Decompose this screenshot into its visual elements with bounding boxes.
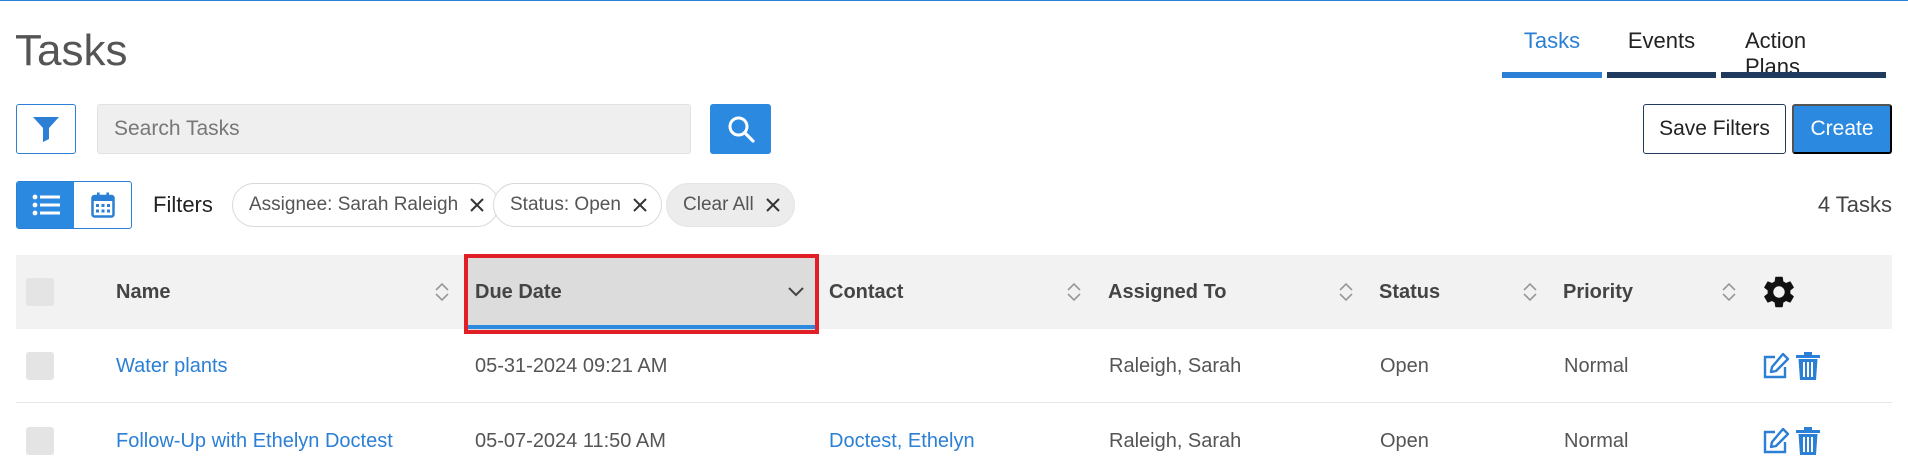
sort-icon[interactable] (1721, 255, 1737, 329)
trash-icon[interactable] (1795, 426, 1821, 456)
clear-all-label: Clear All (683, 194, 754, 215)
column-header-status[interactable]: Status (1379, 255, 1440, 329)
view-tabs: Tasks Events Action Plans (1497, 22, 1886, 79)
funnel-icon (33, 117, 59, 142)
table-row[interactable]: Water plants 05-31-2024 09:21 AM Raleigh… (16, 329, 1892, 403)
column-header-name[interactable]: Name (116, 255, 170, 329)
clear-all-chip[interactable]: Clear All (666, 183, 795, 227)
view-toggle (16, 181, 132, 229)
list-icon (32, 194, 60, 216)
tab-indicator (1607, 72, 1716, 78)
due-date-cell: 05-31-2024 09:21 AM (475, 354, 668, 377)
task-count: 4 Tasks (1817, 192, 1892, 217)
row-actions (1761, 329, 1821, 403)
highlight-box (464, 254, 819, 334)
tab-indicator (1502, 72, 1602, 78)
edit-icon[interactable] (1761, 351, 1791, 381)
top-border (0, 0, 1908, 1)
tab-events-label: Events (1627, 28, 1696, 53)
remove-filter-icon[interactable] (470, 198, 484, 212)
calendar-view-button[interactable] (74, 182, 131, 228)
sort-icon[interactable] (1522, 255, 1538, 329)
sort-icon[interactable] (434, 255, 450, 329)
priority-cell: Normal (1564, 354, 1629, 377)
select-all-checkbox[interactable] (26, 278, 54, 306)
row-checkbox[interactable] (26, 427, 54, 455)
status-cell: Open (1380, 354, 1429, 377)
calendar-icon (90, 192, 115, 218)
filter-toggle-button[interactable] (16, 104, 76, 154)
close-icon (766, 198, 780, 212)
table-row[interactable]: Follow-Up with Ethelyn Doctest 05-07-202… (16, 404, 1892, 475)
tab-tasks-label: Tasks (1523, 28, 1581, 53)
magnifier-icon (728, 116, 755, 143)
task-name-link[interactable]: Water plants (116, 329, 228, 403)
remove-filter-icon[interactable] (633, 198, 647, 212)
gear-icon[interactable] (1760, 255, 1798, 329)
save-filters-button[interactable]: Save Filters (1643, 104, 1786, 154)
tab-events[interactable]: Events (1607, 22, 1716, 78)
sort-icon[interactable] (1066, 255, 1082, 329)
column-header-contact[interactable]: Contact (829, 255, 903, 329)
filter-chip-assignee: Assignee: Sarah Raleigh (232, 183, 500, 227)
column-header-priority[interactable]: Priority (1563, 255, 1633, 329)
row-actions (1761, 404, 1821, 475)
search-input[interactable] (97, 104, 691, 154)
column-header-assigned-to[interactable]: Assigned To (1108, 255, 1227, 329)
sort-icon[interactable] (1338, 255, 1354, 329)
row-checkbox[interactable] (26, 352, 54, 380)
filter-chip-status: Status: Open (493, 183, 662, 227)
tab-action-plans[interactable]: Action Plans (1721, 22, 1886, 79)
assigned-to-cell: Raleigh, Sarah (1109, 429, 1242, 452)
status-cell: Open (1380, 429, 1429, 452)
edit-icon[interactable] (1761, 426, 1791, 456)
filter-chip-text: Assignee: Sarah Raleigh (249, 194, 459, 215)
list-view-button[interactable] (17, 182, 74, 228)
filter-chip-text: Status: Open (510, 194, 621, 215)
assigned-to-cell: Raleigh, Sarah (1109, 354, 1242, 377)
create-button[interactable]: Create (1792, 104, 1892, 154)
task-name-link[interactable]: Follow-Up with Ethelyn Doctest (116, 404, 393, 475)
trash-icon[interactable] (1795, 351, 1821, 381)
tab-indicator (1721, 72, 1886, 78)
priority-cell: Normal (1564, 429, 1629, 452)
page-title: Tasks (15, 26, 128, 75)
contact-link[interactable]: Doctest, Ethelyn (829, 404, 975, 475)
filters-label: Filters (153, 192, 213, 217)
due-date-cell: 05-07-2024 11:50 AM (475, 429, 666, 452)
tab-tasks[interactable]: Tasks (1502, 22, 1602, 78)
search-button[interactable] (710, 104, 771, 154)
